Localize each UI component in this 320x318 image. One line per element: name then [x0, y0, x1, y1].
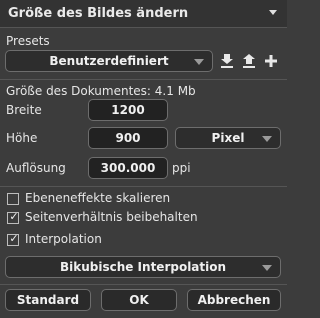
- check-icon: ✓: [9, 210, 19, 223]
- cancel-button[interactable]: Abbrechen: [187, 289, 281, 311]
- presets-select[interactable]: Benutzerdefiniert: [5, 50, 213, 72]
- keep-aspect-label: Seitenverhältnis beibehalten: [25, 210, 198, 224]
- height-input[interactable]: 900: [88, 127, 168, 149]
- standard-button[interactable]: Standard: [5, 289, 91, 311]
- resolution-label: Auflösung: [6, 161, 66, 175]
- chevron-down-icon: [194, 59, 204, 65]
- interpolation-selected-value: Bikubische Interpolation: [59, 260, 227, 274]
- resolution-input[interactable]: 300.000: [88, 157, 168, 179]
- presets-label: Presets: [6, 34, 50, 48]
- download-icon[interactable]: [220, 53, 234, 69]
- ok-button[interactable]: OK: [101, 289, 177, 311]
- document-size-value: 4.1 Mb: [154, 84, 196, 98]
- plus-icon[interactable]: [264, 53, 278, 69]
- resolution-unit: ppi: [172, 161, 191, 175]
- unit-select[interactable]: Pixel: [175, 127, 281, 149]
- document-size-label: Größe des Dokumentes: 4.1 Mb: [6, 84, 196, 98]
- chevron-down-icon: [262, 265, 272, 271]
- divider: [0, 186, 287, 187]
- presets-selected-value: Benutzerdefiniert: [49, 54, 169, 68]
- divider: [0, 79, 287, 80]
- chevron-down-icon: [262, 136, 272, 142]
- check-icon: ✓: [9, 232, 19, 245]
- upload-icon[interactable]: [242, 53, 256, 69]
- panel-header[interactable]: Größe des Bildes ändern: [0, 0, 287, 28]
- height-label: Höhe: [6, 131, 38, 145]
- chevron-down-icon[interactable]: [269, 10, 277, 15]
- interpolation-select[interactable]: Bikubische Interpolation: [5, 256, 281, 278]
- panel-title: Größe des Bildes ändern: [8, 6, 189, 21]
- scale-effects-checkbox[interactable]: [7, 193, 19, 205]
- divider: [0, 284, 287, 285]
- interpolation-label: Interpolation: [25, 232, 102, 246]
- keep-aspect-checkbox[interactable]: ✓: [7, 210, 19, 224]
- scale-effects-label: Ebeneneffekte skalieren: [25, 191, 171, 205]
- width-label: Breite: [6, 103, 42, 117]
- unit-selected-value: Pixel: [211, 131, 245, 145]
- interpolation-checkbox[interactable]: ✓: [7, 232, 19, 246]
- width-input[interactable]: 1200: [88, 99, 168, 121]
